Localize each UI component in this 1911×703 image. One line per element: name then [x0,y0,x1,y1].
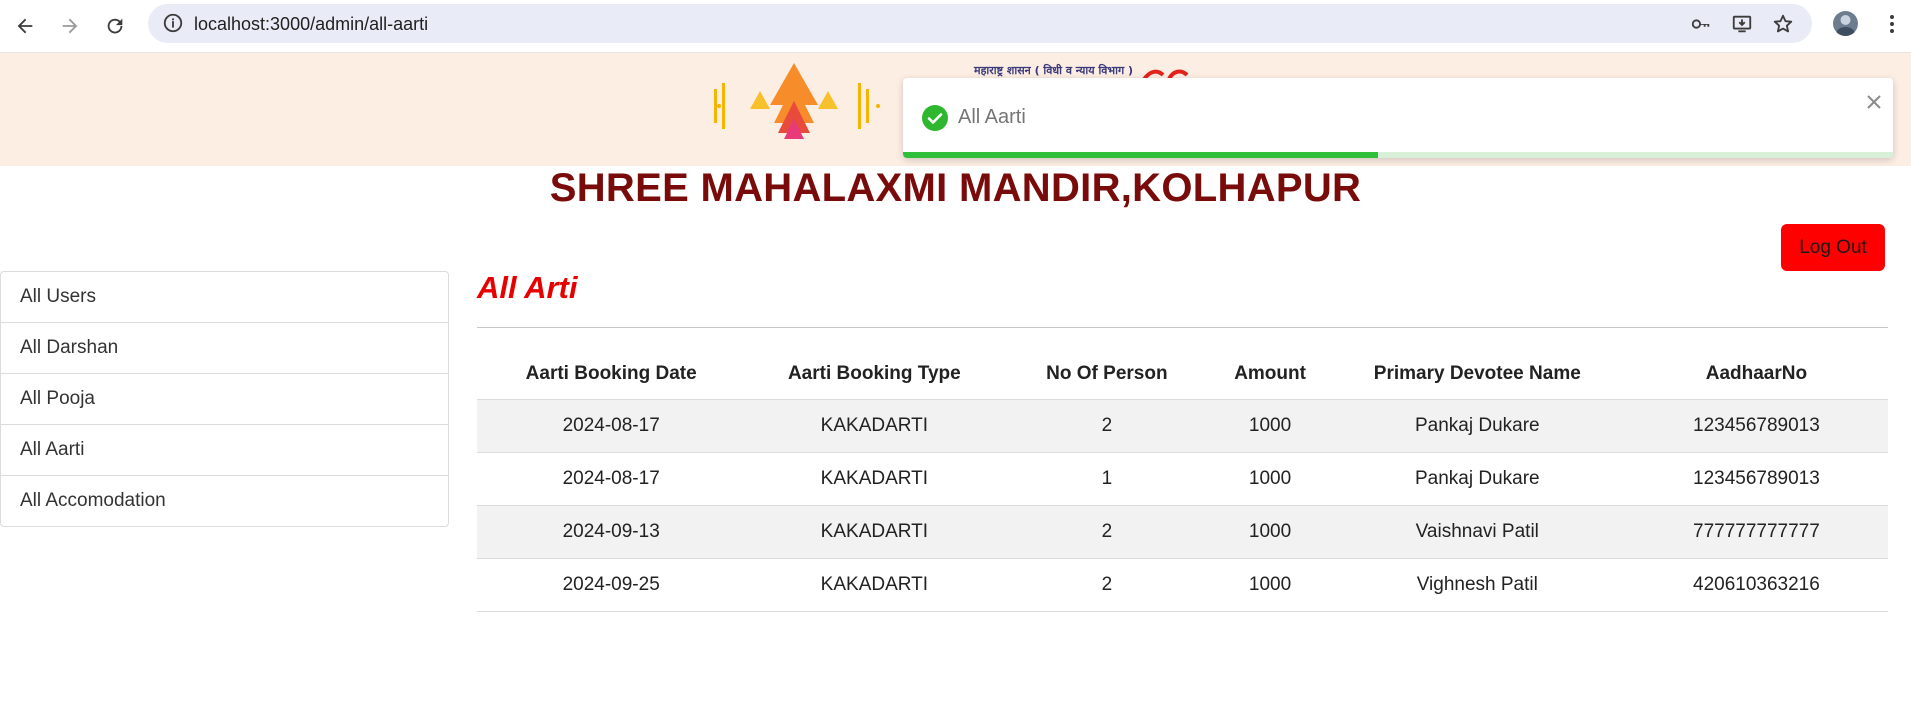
table-row: 2024-09-25 KAKADARTI 2 1000 Vighnesh Pat… [477,558,1888,612]
forward-button[interactable] [54,10,86,42]
cell-booking-date: 2024-08-17 [477,399,746,453]
toast-progress-bar [903,152,1379,158]
reload-button[interactable] [99,10,131,42]
url-text[interactable]: localhost:3000/admin/all-aarti [194,14,428,35]
address-bar[interactable]: localhost:3000/admin/all-aarti [148,4,1812,43]
cell-aadhaar-no: 420610363216 [1624,558,1888,612]
back-button[interactable] [9,10,41,42]
cell-aadhaar-no: 123456789013 [1624,399,1888,453]
cell-booking-type: KAKADARTI [745,452,1004,506]
site-title: SHREE MAHALAXMI MANDIR,KOLHAPUR [549,166,1362,210]
cell-no-of-person: 2 [1003,505,1211,559]
cell-no-of-person: 2 [1003,399,1211,453]
sidebar-item-all-accomodation[interactable]: All Accomodation [1,476,448,526]
column-header-amount: Amount [1210,348,1330,400]
reload-icon [107,18,123,34]
cell-amount: 1000 [1210,505,1330,559]
close-icon[interactable] [1866,94,1882,110]
cell-amount: 1000 [1210,558,1330,612]
key-icon[interactable] [1690,13,1712,35]
cell-booking-date: 2024-08-17 [477,452,746,506]
kebab-menu-icon[interactable] [1880,12,1904,36]
logout-button[interactable]: Log Out [1781,224,1885,271]
cell-aadhaar-no: 123456789013 [1624,452,1888,506]
column-header-no-of-person: No Of Person [1003,348,1211,400]
table-row: 2024-09-13 KAKADARTI 2 1000 Vaishnavi Pa… [477,505,1888,559]
toast-notification: All Aarti [903,78,1893,158]
aarti-table: Aarti Booking Date Aarti Booking Type No… [477,348,1888,612]
toast-progress-track [903,152,1893,158]
cell-booking-date: 2024-09-25 [477,558,746,612]
sidebar-item-all-users[interactable]: All Users [1,272,448,323]
heading-divider [477,327,1888,328]
cell-booking-type: KAKADARTI [745,505,1004,559]
page-heading: All Arti [477,270,578,305]
install-app-icon[interactable] [1731,13,1753,35]
temple-logo [714,63,880,139]
cell-booking-type: KAKADARTI [745,558,1004,612]
table-row: 2024-08-17 KAKADARTI 2 1000 Pankaj Dukar… [477,399,1888,453]
table-row: 2024-08-17 KAKADARTI 1 1000 Pankaj Dukar… [477,452,1888,506]
table-header-row: Aarti Booking Date Aarti Booking Type No… [477,348,1888,400]
toast-message: All Aarti [958,106,1026,128]
cell-amount: 1000 [1210,399,1330,453]
cell-booking-date: 2024-09-13 [477,505,746,559]
cell-no-of-person: 2 [1003,558,1211,612]
cell-booking-type: KAKADARTI [745,399,1004,453]
avatar-icon [1836,15,1855,36]
info-icon[interactable] [162,12,184,34]
cell-devotee-name: Pankaj Dukare [1329,452,1625,506]
sidebar-menu: All Users All Darshan All Pooja All Aart… [0,271,449,527]
cell-devotee-name: Vighnesh Patil [1329,558,1625,612]
cell-aadhaar-no: 777777777777 [1624,505,1888,559]
cell-no-of-person: 1 [1003,452,1211,506]
column-header-booking-date: Aarti Booking Date [477,348,746,400]
cell-devotee-name: Vaishnavi Patil [1329,505,1625,559]
column-header-booking-type: Aarti Booking Type [745,348,1004,400]
cell-devotee-name: Pankaj Dukare [1329,399,1625,453]
sidebar-item-all-pooja[interactable]: All Pooja [1,374,448,425]
government-subtext: महाराष्ट्र शासन ( विधी व न्याय विभाग ) [974,64,1134,77]
forward-arrow-icon [62,18,78,34]
sidebar-item-all-aarti[interactable]: All Aarti [1,425,448,476]
sidebar-item-all-darshan[interactable]: All Darshan [1,323,448,374]
profile-avatar[interactable] [1833,11,1858,36]
star-icon[interactable] [1772,13,1794,35]
column-header-aadhaar-no: AadhaarNo [1624,348,1888,400]
back-arrow-icon [17,18,33,34]
browser-toolbar: localhost:3000/admin/all-aarti [0,0,1911,53]
column-header-devotee-name: Primary Devotee Name [1329,348,1625,400]
check-circle-icon [922,105,948,131]
cell-amount: 1000 [1210,452,1330,506]
